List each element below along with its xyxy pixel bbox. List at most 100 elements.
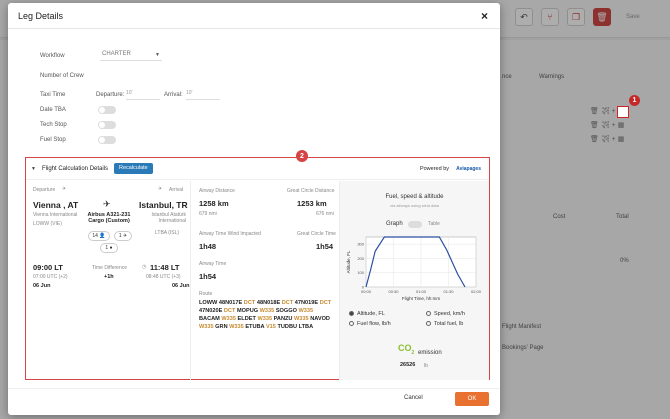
route-token: W335 bbox=[257, 316, 274, 322]
flight-calculation-details: ▼ Flight Calculation Details Recalculate… bbox=[25, 157, 490, 380]
route-token: DCT bbox=[281, 300, 295, 306]
aircraft-icon: ✈ bbox=[103, 199, 111, 209]
close-icon[interactable]: × bbox=[481, 9, 488, 23]
leg-details-highlight[interactable] bbox=[617, 106, 629, 118]
departure-plane-icon: ✈ bbox=[62, 186, 67, 192]
route-token: DCT bbox=[243, 300, 257, 306]
graph-table-toggle[interactable] bbox=[408, 221, 422, 228]
route-token: PANZU bbox=[273, 316, 295, 322]
route-token: TUDBU bbox=[277, 324, 299, 330]
fuel-stop-toggle[interactable] bbox=[98, 136, 116, 144]
arrival-codes: LTBA (ISL) bbox=[155, 230, 180, 236]
route-token: ETUBA bbox=[245, 324, 266, 330]
workflow-select[interactable]: CHARTER ▼ bbox=[100, 49, 162, 61]
cancel-button[interactable]: Cancel bbox=[404, 395, 423, 401]
collapse-icon[interactable]: ▼ bbox=[31, 166, 36, 172]
time-difference-value: +1h bbox=[104, 274, 114, 280]
y-tick-label: 300 bbox=[357, 242, 364, 247]
departure-utc: 07:00 UTC (+2) bbox=[33, 274, 68, 280]
pax-value: 14 bbox=[92, 233, 98, 239]
arrival-time: 11:48 LT bbox=[150, 263, 180, 272]
chart-subtitle: via airways using wind data bbox=[390, 203, 439, 208]
arrival-city: Istanbul, TR bbox=[139, 200, 188, 210]
route-token: W335 bbox=[229, 324, 246, 330]
y-tick-label: 100 bbox=[357, 270, 364, 275]
route-token: V15 bbox=[265, 324, 278, 330]
gc-distance-value: 1253 km bbox=[297, 199, 327, 208]
route-token: ELDET bbox=[237, 316, 258, 322]
radio-icon bbox=[349, 321, 354, 327]
fuel-chart-panel: Fuel, speed & altitude via airways using… bbox=[340, 181, 489, 380]
route-token: 48N017E bbox=[218, 300, 244, 306]
departure-codes: LOWW (VIE) bbox=[33, 221, 62, 227]
aviapages-logo[interactable]: Aviapages bbox=[456, 166, 481, 172]
option-fuel-flow[interactable]: Fuel flow, lb/h bbox=[349, 321, 391, 327]
modal-header: Leg Details × bbox=[8, 3, 500, 29]
gc-distance-label: Great Circle Distance bbox=[287, 188, 335, 194]
radio-icon bbox=[349, 311, 354, 317]
airway-distance-nm: 679 nmi bbox=[199, 211, 217, 217]
departure-label: Departure bbox=[33, 187, 56, 193]
awti-label: Airway Time Wind Impacted bbox=[199, 231, 261, 237]
x-tick-label: 00:00 bbox=[361, 289, 372, 294]
x-tick-label: 01:00 bbox=[416, 289, 427, 294]
route-label: Route bbox=[199, 291, 213, 297]
x-tick-label: 00:30 bbox=[388, 289, 399, 294]
airway-distance-value: 1258 km bbox=[199, 199, 229, 208]
taxi-time-label: Taxi Time bbox=[40, 92, 66, 98]
departure-city: Vienna , AT bbox=[33, 200, 79, 210]
tech-stop-toggle[interactable] bbox=[98, 121, 116, 129]
pax-count: 14 👤 bbox=[88, 231, 110, 241]
clock-icon: ◷ bbox=[142, 264, 147, 270]
graph-tab[interactable]: Graph bbox=[386, 221, 403, 227]
date-tba-toggle[interactable] bbox=[98, 106, 116, 114]
taxi-arrival-input[interactable]: 10' bbox=[186, 90, 220, 100]
distance-info: Airway Distance Great Circle Distance 12… bbox=[192, 181, 340, 380]
fcd-title: Flight Calculation Details bbox=[42, 166, 109, 172]
step-badge: 1 bbox=[629, 95, 640, 106]
arrival-date: 06 Jun bbox=[172, 283, 190, 289]
altitude-chart: 010020030000:00 00:30 01:00 01:30 02:00Fligh… bbox=[346, 236, 482, 301]
arrival-utc: 08:48 UTC (+3) bbox=[146, 274, 181, 280]
option-speed[interactable]: Speed, km/h bbox=[426, 311, 465, 317]
route-token: DCT bbox=[223, 308, 237, 314]
route-token: LTBA bbox=[298, 324, 314, 330]
x-tick-label: 01:30 bbox=[443, 289, 454, 294]
route-token: GRN bbox=[215, 324, 230, 330]
route-token: W335 bbox=[298, 308, 314, 314]
modal-footer bbox=[8, 388, 500, 415]
y-axis-label: Altitude, FL bbox=[346, 250, 351, 273]
table-tab[interactable]: Table bbox=[428, 221, 440, 227]
option-fuel-flow-label: Fuel flow, lb/h bbox=[357, 321, 391, 327]
taxi-departure-label: Departure: bbox=[96, 92, 125, 98]
airway-time-label: Airway Time bbox=[199, 261, 227, 267]
date-tba-label: Date TBA bbox=[40, 107, 66, 113]
time-difference-label: Time Difference bbox=[92, 265, 128, 271]
bags-count: 1 ● bbox=[100, 243, 118, 253]
option-altitude-label: Altitude, FL bbox=[357, 311, 385, 317]
route-token: BACAM bbox=[199, 316, 222, 322]
awti-value: 1h48 bbox=[199, 242, 217, 251]
workflow-value: CHARTER bbox=[102, 51, 131, 57]
ok-button[interactable]: OK bbox=[455, 392, 489, 406]
arrival-label: Arrival bbox=[169, 187, 184, 193]
airway-time-value: 1h54 bbox=[199, 272, 217, 281]
option-total-fuel[interactable]: Total fuel, lb bbox=[426, 321, 463, 327]
option-speed-label: Speed, km/h bbox=[434, 311, 465, 317]
fcd-header: ▼ Flight Calculation Details Recalculate… bbox=[26, 158, 489, 180]
taxi-departure-input[interactable]: 10' bbox=[126, 90, 160, 100]
x-axis-label: Flight Time, hh:mm bbox=[402, 296, 441, 301]
airway-distance-label: Airway Distance bbox=[199, 188, 235, 194]
option-altitude[interactable]: Altitude, FL bbox=[349, 311, 385, 317]
workflow-label: Workflow bbox=[40, 53, 65, 59]
crew-label: Number of Crew bbox=[40, 73, 84, 79]
leg-details-modal: Leg Details × Workflow CHARTER ▼ Number … bbox=[8, 3, 500, 415]
y-tick-label: 200 bbox=[357, 256, 364, 261]
taxi-arrival-label: Arrival: bbox=[164, 92, 183, 98]
arrival-airport: Istanbul Atatürk International bbox=[151, 212, 186, 224]
co2-icon: CO2 bbox=[398, 343, 415, 356]
recalculate-button[interactable]: Recalculate bbox=[114, 163, 153, 174]
departure-time: 09:00 LT bbox=[33, 263, 63, 272]
fuel-stop-label: Fuel Stop bbox=[40, 137, 66, 143]
route-token: DCT bbox=[319, 300, 332, 306]
